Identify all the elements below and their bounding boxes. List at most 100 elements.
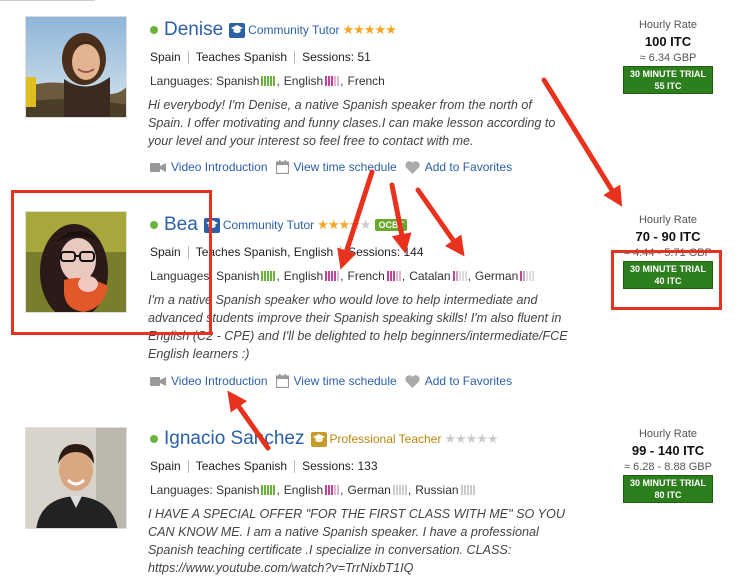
- tutor-name-row: Denise Community Tutor ★★★★★: [150, 19, 397, 41]
- language-item: French: [348, 74, 385, 88]
- online-status-dot: [150, 26, 158, 34]
- language-name: English: [283, 74, 324, 88]
- language-name: Russian: [415, 483, 459, 497]
- language-name: Catalan: [409, 269, 451, 283]
- tutor-languages-row: Languages: Spanish , English , French: [150, 74, 385, 88]
- tutor-tier-badge: Professional Teacher: [310, 431, 442, 447]
- language-item: Spanish: [216, 74, 276, 88]
- language-name: French: [347, 74, 385, 88]
- language-name: English: [283, 483, 324, 497]
- hourly-rate-label: Hourly Rate: [638, 428, 698, 440]
- hourly-rate-label: Hourly Rate: [638, 214, 698, 226]
- tutor-teaches: Teaches Spanish: [195, 459, 288, 473]
- hourly-rate-value: 70 - 90 ITC: [635, 229, 701, 244]
- language-item: Russian: [415, 483, 475, 497]
- language-level-bars: [392, 485, 408, 495]
- tutor-meta-row: Spain Teaches Spanish Sessions: 133: [150, 458, 378, 474]
- view-schedule-link[interactable]: View time schedule: [275, 160, 397, 174]
- language-level-bars: [386, 271, 402, 281]
- rating-stars: ★★★★★: [342, 22, 397, 37]
- language-item: Spanish: [216, 483, 276, 497]
- view-schedule-label: View time schedule: [293, 160, 397, 174]
- language-level-bars: [452, 271, 468, 281]
- language-name: French: [347, 269, 385, 283]
- language-name: German: [347, 483, 391, 497]
- language-item: Spanish: [216, 269, 276, 283]
- trial-line-1: 30 MINUTE TRIAL: [629, 478, 706, 488]
- tutor-languages-row: Languages: Spanish , English , German , …: [150, 482, 476, 498]
- tutor-card-denise: Denise Community Tutor ★★★★★ Spain Teach…: [0, 0, 743, 200]
- trial-lesson-button[interactable]: 30 MINUTE TRIAL 55 ITC: [623, 66, 713, 94]
- calendar-icon: [275, 374, 289, 388]
- add-to-favorites-link[interactable]: Add to Favorites: [405, 160, 512, 174]
- tutor-sessions: Sessions: 144: [348, 245, 424, 259]
- language-level-bars: [460, 485, 476, 495]
- hourly-rate-label: Hourly Rate: [638, 19, 698, 31]
- language-name: Spanish: [216, 269, 260, 283]
- view-schedule-label: View time schedule: [293, 374, 397, 388]
- languages-label: Languages:: [150, 483, 213, 497]
- meta-divider: [340, 245, 342, 259]
- hourly-rate-gbp: ≈ 6.28 - 8.88 GBP: [624, 461, 712, 473]
- online-status-dot: [150, 435, 158, 443]
- tutor-sessions: Sessions: 133: [302, 459, 378, 473]
- language-level-bars: [325, 485, 340, 495]
- tutor-tier-label: Professional Teacher: [329, 432, 442, 446]
- rating-stars: ★★★★★: [317, 217, 371, 232]
- highlight-box-trial: [611, 250, 722, 310]
- hourly-rate-box: Hourly Rate 99 - 140 ITC ≈ 6.28 - 8.88 G…: [618, 428, 718, 503]
- language-item: German: [475, 269, 535, 283]
- language-level-bars: [520, 271, 535, 281]
- hourly-rate-box: Hourly Rate 100 ITC ≈ 6.34 GBP 30 MINUTE…: [618, 19, 718, 94]
- video-introduction-label: Video Introduction: [171, 374, 268, 388]
- graduation-cap-icon: [310, 431, 327, 447]
- tutor-teaches: Teaches Spanish: [195, 50, 288, 64]
- trial-line-2: 80 ITC: [654, 490, 682, 500]
- video-introduction-label: Video Introduction: [171, 160, 268, 174]
- highlight-box-photo: [11, 190, 212, 335]
- tutor-photo-ignacio[interactable]: [25, 427, 127, 529]
- trial-line-1: 30 MINUTE TRIAL: [629, 69, 706, 79]
- tutor-photo-denise[interactable]: [25, 16, 127, 118]
- tutor-meta-row: Spain Teaches Spanish Sessions: 51: [150, 49, 371, 65]
- language-name: German: [474, 269, 519, 283]
- meta-divider: [187, 459, 189, 473]
- language-item: English: [284, 483, 340, 497]
- tutor-card-ignacio: Ignacio Sanchez Professional Teacher ★★★…: [0, 414, 743, 579]
- tutor-name-row: Ignacio Sanchez Professional Teacher ★★★…: [150, 428, 499, 450]
- language-level-bars: [325, 271, 340, 281]
- trial-lesson-button[interactable]: 30 MINUTE TRIAL 80 ITC: [623, 475, 713, 503]
- calendar-icon: [275, 160, 289, 174]
- language-level-bars: [261, 76, 276, 86]
- tutor-description: I HAVE A SPECIAL OFFER "FOR THE FIRST CL…: [148, 507, 565, 575]
- add-to-favorites-label: Add to Favorites: [424, 374, 513, 388]
- add-to-favorites-label: Add to Favorites: [424, 160, 513, 174]
- heart-icon: [405, 374, 420, 388]
- tutor-actions: Video Introduction View time schedule Ad…: [150, 159, 520, 175]
- tutor-name-link[interactable]: Denise: [164, 19, 223, 41]
- video-introduction-link[interactable]: Video Introduction: [150, 374, 268, 388]
- video-introduction-link[interactable]: Video Introduction: [150, 160, 268, 174]
- tutor-tier-label: Community Tutor: [248, 23, 340, 37]
- language-item: Catalan: [409, 269, 467, 283]
- language-level-bars: [325, 76, 340, 86]
- heart-icon: [405, 160, 420, 174]
- tutor-tier-badge: Community Tutor: [229, 22, 340, 38]
- meta-divider: [294, 50, 296, 64]
- ocbt-badge: OCBT: [375, 219, 407, 231]
- tutor-name-link[interactable]: Ignacio Sanchez: [164, 428, 305, 450]
- language-level-bars: [261, 271, 276, 281]
- view-schedule-link[interactable]: View time schedule: [275, 374, 397, 388]
- language-level-bars: [261, 485, 276, 495]
- tutor-sessions: Sessions: 51: [302, 50, 371, 64]
- rating-stars: ★★★★★: [444, 431, 498, 446]
- language-name: English: [283, 269, 324, 283]
- tutor-teaches: Teaches Spanish, English: [195, 245, 334, 259]
- language-name: Spanish: [216, 74, 260, 88]
- languages-label: Languages:: [150, 74, 213, 88]
- tutor-tier-badge: Community Tutor: [203, 217, 314, 233]
- meta-divider: [294, 459, 296, 473]
- tutor-country: Spain: [150, 459, 181, 473]
- trial-line-2: 55 ITC: [654, 81, 682, 91]
- add-to-favorites-link[interactable]: Add to Favorites: [405, 374, 512, 388]
